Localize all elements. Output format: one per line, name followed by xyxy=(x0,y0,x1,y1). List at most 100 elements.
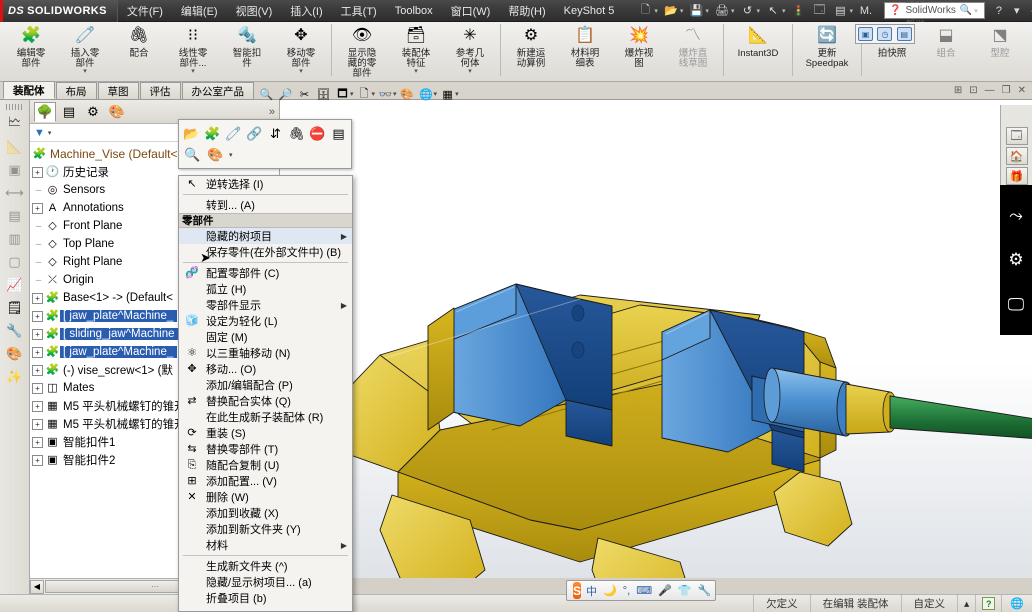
menu-item-15[interactable]: ⇄ 替换配合实体 (Q) xyxy=(179,393,352,409)
ime-language-bar[interactable]: S 中 🌙 °, ⌨ 🎤 👕 🔧 xyxy=(566,580,716,601)
edit-part-icon[interactable]: 🧩 xyxy=(204,124,221,143)
apply-scene-icon[interactable]: 🎨 xyxy=(399,86,416,102)
sort-icon[interactable]: ⇵ xyxy=(267,124,284,143)
properties-icon[interactable]: ▤ xyxy=(330,124,347,143)
presentation-icon[interactable]: ▣ xyxy=(858,27,874,41)
ime-skin-icon[interactable]: 👕 xyxy=(678,584,692,597)
context-mini-row-2[interactable]: 🔍 🎨 ▾ xyxy=(183,144,347,165)
chevron-down-icon[interactable]: ▾ xyxy=(393,90,397,98)
chevron-down-icon[interactable]: ▾ xyxy=(83,68,87,75)
select-cursor-icon[interactable]: ↖ xyxy=(763,2,783,20)
ribbon-button-cavity[interactable]: ⬔ 型腔 xyxy=(973,22,1027,78)
monitor-icon[interactable]: 🖵 xyxy=(1008,296,1024,313)
task-pane-tabs[interactable]: 🗔 🏠 🎁 xyxy=(1000,105,1032,185)
menu-item-26[interactable]: 生成新文件夹 (^) xyxy=(179,558,352,574)
menu-item-13[interactable]: ✥ 移动... (O) xyxy=(179,361,352,377)
sheet-icon[interactable]: ▢ xyxy=(4,251,26,273)
ribbon-button-exploded-view[interactable]: 💥 爆炸视 图 xyxy=(612,22,666,78)
menu-item-0[interactable]: ↖ 逆转选择 (I) xyxy=(179,176,352,192)
expand-toggle-icon[interactable]: + xyxy=(32,166,43,178)
status-help-badge[interactable]: ? xyxy=(982,597,996,610)
chevron-down-icon[interactable]: ▾ xyxy=(191,68,195,75)
menu-item-27[interactable]: 隐藏/显示树项目... (a) xyxy=(179,574,352,590)
scroll-left-arrow[interactable]: ◀ xyxy=(30,579,44,594)
ribbon-button-smart-fasteners[interactable]: 🔩 智能扣 件 xyxy=(220,22,274,78)
search-icon[interactable]: 🔍 xyxy=(960,5,972,16)
menu-item-5[interactable]: Toolbox xyxy=(386,2,442,20)
chevron-down-icon[interactable]: ▾ xyxy=(434,90,438,98)
share-icon[interactable]: ⤳ xyxy=(1009,207,1023,224)
ribbon-button-mate[interactable]: 🖇 配合 xyxy=(112,22,166,78)
zoom-to-fit-icon[interactable]: 🔍 xyxy=(258,86,275,102)
new-doc-icon[interactable]: 🗋 xyxy=(635,2,655,20)
menu-item-18[interactable]: ⇆ 替换零部件 (T) xyxy=(179,441,352,457)
save-sheet-icon[interactable]: 🗒 xyxy=(4,297,26,319)
tab-3[interactable]: 评估 xyxy=(139,82,181,99)
zoom-to-selection-icon[interactable]: 🔍 xyxy=(183,145,202,164)
expand-toggle-icon[interactable]: + xyxy=(32,382,43,394)
ribbon-button-show-hidden-components[interactable]: 👁 显示隐 藏的零 部件 xyxy=(335,22,389,79)
machine-vise-3d-model[interactable] xyxy=(280,100,1032,578)
more-label[interactable]: M. xyxy=(856,2,876,20)
menu-item-8[interactable]: 孤立 (H) xyxy=(179,281,352,297)
expand-toggle-icon[interactable]: + xyxy=(32,310,43,322)
task-pane-resources-icon[interactable]: 🗔 xyxy=(1005,127,1028,145)
chevron-down-icon[interactable]: ▾ xyxy=(455,90,459,98)
file-explorer-icon[interactable]: 🎁 xyxy=(1005,167,1028,185)
menu-item-11[interactable]: 固定 (M) xyxy=(179,329,352,345)
fix-icon[interactable]: 🔗 xyxy=(246,124,263,143)
open-folder-icon[interactable]: 📂 xyxy=(661,2,681,20)
expand-toggle-icon[interactable]: + xyxy=(32,436,43,448)
component-context-menu[interactable]: ↖ 逆转选择 (I) 转到... (A) 零部件 隐藏的树项目 ▶ 保存零件(在外部文件中)… xyxy=(178,175,353,612)
context-mini-toolbar[interactable]: 📂 🧩 🧷 🔗 ⇵ 🖇 ⛔ ▤ 🔍 🎨 ▾ xyxy=(178,119,352,169)
undo-icon[interactable]: ↺ xyxy=(737,2,757,20)
menu-item-19[interactable]: ⎘ 随配合复制 (U) xyxy=(179,457,352,473)
edit-appearance-icon[interactable]: 👓 xyxy=(377,86,394,102)
3d-sketch-icon[interactable]: 🗠 xyxy=(4,113,26,135)
section-view-icon[interactable]: ✂ xyxy=(296,86,313,102)
expand-toggle-icon[interactable]: + xyxy=(32,328,43,340)
menu-item-8[interactable]: KeyShot 5 xyxy=(555,2,624,20)
expand-toggle-icon[interactable]: + xyxy=(32,346,43,358)
configuration-manager-tab[interactable]: ⚙ xyxy=(82,102,104,122)
display-manager-tab[interactable]: 🎨 xyxy=(106,102,128,122)
mate-icon[interactable]: 🖇 xyxy=(288,124,305,143)
ime-moon-icon[interactable]: 🌙 xyxy=(603,584,617,597)
expand-toggle-icon[interactable]: + xyxy=(32,202,43,214)
dimension-icon[interactable]: ⟷ xyxy=(4,182,26,204)
appearance-icon[interactable]: 🎨 xyxy=(4,343,26,365)
expand-toggle-icon[interactable]: + xyxy=(32,454,43,466)
chevron-down-icon[interactable]: ▾ xyxy=(468,68,472,75)
ribbon-button-edit-component[interactable]: 🧩 编辑零 部件 xyxy=(4,22,58,78)
layout-icon[interactable]: ▥ xyxy=(4,228,26,250)
view-orientation-icon[interactable]: ▣ xyxy=(4,159,26,181)
ribbon-button-explode-line-sketch[interactable]: 〽爆炸直 线草图 xyxy=(666,22,720,78)
help-dropdown-caret-icon[interactable]: ▾ xyxy=(1009,3,1025,18)
options-icon[interactable]: 🗔 xyxy=(809,2,829,20)
expand-toggle-icon[interactable]: + xyxy=(32,364,43,376)
display-icon[interactable]: ▤ xyxy=(896,27,912,41)
print-icon[interactable]: 🖨 xyxy=(712,2,732,20)
ime-toolbox-icon[interactable]: 🔧 xyxy=(697,584,711,597)
menu-item-2[interactable]: 转到... (A) xyxy=(179,197,352,213)
rebuild-icon[interactable]: 🚦 xyxy=(788,2,808,20)
chevron-down-icon[interactable]: ▾ xyxy=(350,90,354,98)
property-manager-tab[interactable]: ▤ xyxy=(58,102,80,122)
clock-icon[interactable]: ◷ xyxy=(877,27,893,41)
decal-icon[interactable]: ✨ xyxy=(4,366,26,388)
ime-keyboard-icon[interactable]: ⌨ xyxy=(636,584,652,597)
menu-item-0[interactable]: 文件(F) xyxy=(118,0,172,22)
dropdown-caret-icon-3[interactable]: ▾ xyxy=(731,7,735,15)
doc-close-button[interactable]: ✕ xyxy=(1016,85,1028,96)
ribbon-button-move-component[interactable]: ✥ 移动零 部件 ▾ xyxy=(274,22,328,78)
suppress-icon[interactable]: ⛔ xyxy=(309,124,326,143)
menu-item-14[interactable]: 添加/编辑配合 (P) xyxy=(179,377,352,393)
minimize-button[interactable]: — xyxy=(1026,4,1032,18)
sketch-icon[interactable]: 📐 xyxy=(4,136,26,158)
expand-toggle-icon[interactable]: + xyxy=(32,292,43,304)
chevron-down-icon[interactable]: ▾ xyxy=(372,90,376,98)
tab-1[interactable]: 布局 xyxy=(55,82,97,99)
view-settings-icon[interactable]: 🌐 xyxy=(418,86,435,102)
floating-mini-toolbar[interactable]: ▣ ◷ ▤ xyxy=(855,24,915,44)
context-mini-row-1[interactable]: 📂 🧩 🧷 🔗 ⇵ 🖇 ⛔ ▤ xyxy=(183,123,347,144)
